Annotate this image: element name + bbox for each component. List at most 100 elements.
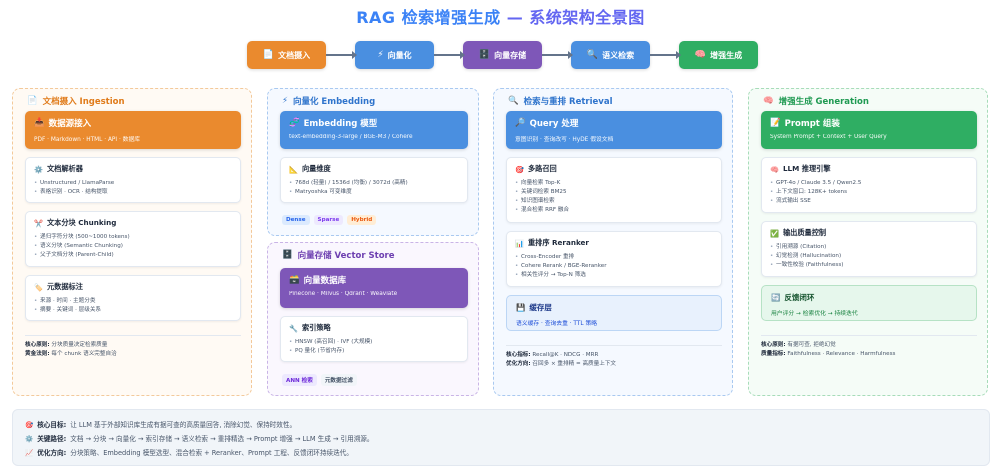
- list-item: 流式输出 SSE: [770, 197, 968, 206]
- inbox-icon: 📥: [34, 118, 45, 128]
- memo-icon: 📝: [770, 118, 781, 128]
- magnifier-icon: 🔎: [515, 118, 526, 128]
- list-item: 知识图谱检索: [515, 197, 713, 206]
- list-item: Cross-Encoder 重排: [515, 253, 713, 262]
- flow-step-label: 向量化: [387, 50, 412, 60]
- prompt-card[interactable]: 📝 Prompt 组装 System Prompt + Context + Use…: [761, 111, 977, 149]
- list-item: 表格识别 · OCR · 结构提取: [34, 188, 232, 197]
- divider: [25, 335, 241, 336]
- list-item: 引用溯源 (Citation): [770, 243, 968, 252]
- list-item: GPT-4o / Claude 3.5 / Qwen2.5: [770, 179, 968, 188]
- summary-path: ⚙️ 关键路径: 文档 → 分块 → 向量化 → 索引存储 → 语义检索 → 重…: [25, 432, 977, 446]
- tag-dense[interactable]: Dense: [282, 215, 310, 225]
- panel-note: 核心原则: 分块质量决定检索质量 黄金法则: 每个 chunk 语义完整自洽: [25, 342, 117, 357]
- cabinet-icon: 🗄️: [478, 50, 491, 60]
- list-item: 父子文档分块 (Parent-Child): [34, 251, 232, 260]
- lightning-icon: ⚡: [282, 96, 288, 106]
- flow-arrow: [650, 51, 681, 59]
- panel-embedding: ⚡ 向量化 Embedding 🧬 Embedding 模型 text-embed…: [267, 88, 479, 236]
- flow-arrow: [542, 51, 573, 59]
- panel-note: 核心原则: 有据可查, 拒绝幻觉 质量指标: Faithfulness · Re…: [761, 342, 896, 357]
- list-item: 摘要 · 关键词 · 层级关系: [34, 306, 232, 315]
- chunking-card[interactable]: ✂️文本分块 Chunking 递归字符分块 (500~1000 tokens)…: [25, 211, 241, 267]
- tag-metadata-filter[interactable]: 元数据过滤: [320, 374, 357, 386]
- tag-sparse[interactable]: Sparse: [313, 215, 344, 225]
- list-item: 上下文窗口: 128K+ tokens: [770, 188, 968, 197]
- flow-arrow: [326, 51, 357, 59]
- flow-step-embedding[interactable]: ⚡ 向量化: [355, 41, 434, 69]
- list-item: 向量检索 Top-K: [515, 179, 713, 188]
- metadata-card[interactable]: 🏷️元数据标注 来源 · 时间 · 主题分类 摘要 · 关键词 · 层级关系: [25, 275, 241, 321]
- checkmark-icon: ✅: [770, 228, 779, 238]
- scissors-icon: ✂️: [34, 218, 43, 228]
- list-item: 语义分块 (Semantic Chunking): [34, 242, 232, 251]
- flow-step-retrieval[interactable]: 🔍 语义检索: [571, 41, 650, 69]
- parser-card[interactable]: ⚙️文档解析器 Unstructured / LlamaParse 表格识别 ·…: [25, 157, 241, 203]
- list-item: 来源 · 时间 · 主题分类: [34, 297, 232, 306]
- llm-engine-card[interactable]: 🧠LLM 推理引擎 GPT-4o / Claude 3.5 / Qwen2.5 …: [761, 157, 977, 213]
- store-tags: ANN 检索 元数据过滤: [282, 374, 357, 386]
- embedding-model-card[interactable]: 🧬 Embedding 模型 text-embedding-3-large / B…: [280, 111, 468, 149]
- flow-step-label: 向量存储: [494, 50, 527, 60]
- dimension-card[interactable]: 📐向量维度 768d (轻量) / 1536d (均衡) / 3072d (高精…: [280, 157, 468, 203]
- brain-icon: 🧠: [763, 96, 774, 106]
- ruler-icon: 📐: [289, 164, 298, 174]
- panel-title: 🧠 增强生成 Generation: [763, 96, 869, 107]
- dna-icon: 🧬: [289, 118, 300, 128]
- summary-optimize: 📈 优化方向: 分块策略、Embedding 模型选型、混合检索 + Reran…: [25, 446, 977, 460]
- flow-step-generation[interactable]: 🧠 增强生成: [679, 41, 758, 69]
- datasource-card[interactable]: 📥 数据源接入 PDF · Markdown · HTML · API · 数据库: [25, 111, 241, 149]
- flow-step-ingestion[interactable]: 📄 文档摄入: [247, 41, 326, 69]
- tag-ann[interactable]: ANN 检索: [282, 374, 317, 386]
- tag-hybrid[interactable]: Hybrid: [347, 215, 377, 225]
- target-icon: 🎯: [515, 164, 524, 174]
- panel-vector-store: 🗄️ 向量存储 Vector Store 🗃️ 向量数据库 Pinecone · …: [267, 242, 479, 396]
- panel-note: 核心指标: Recall@K · NDCG · MRR 优化方向: 召回多 × …: [506, 352, 617, 367]
- panel-generation: 🧠 增强生成 Generation 📝 Prompt 组装 System Prom…: [748, 88, 988, 396]
- list-item: 关键词检索 BM25: [515, 188, 713, 197]
- flow-arrow: [434, 51, 465, 59]
- divider: [761, 335, 977, 336]
- list-item: Unstructured / LlamaParse: [34, 179, 232, 188]
- page-title: RAG 检索增强生成 — 系统架构全景图: [0, 4, 1001, 28]
- panel-title: ⚡ 向量化 Embedding: [282, 96, 376, 107]
- list-item: 768d (轻量) / 1536d (均衡) / 3072d (高精): [289, 179, 459, 188]
- multi-recall-card[interactable]: 🎯多路召回 向量检索 Top-K 关键词检索 BM25 知识图谱检索 混合检索 …: [506, 157, 722, 223]
- document-icon: 📄: [27, 96, 38, 106]
- bar-chart-icon: 📊: [515, 238, 524, 248]
- summary-goal: 🎯 核心目标: 让 LLM 基于外部知识库生成有据可查的高质量回答, 消除幻觉、…: [25, 418, 977, 432]
- pipeline-flow: 📄 文档摄入 ⚡ 向量化 🗄️ 向量存储 🔍 语义检索 🧠 增强生成: [247, 41, 758, 69]
- disk-icon: 💾: [516, 303, 526, 312]
- quality-control-card[interactable]: ✅输出质量控制 引用溯源 (Citation) 幻觉检测 (Hallucinat…: [761, 221, 977, 277]
- summary-box: 🎯 核心目标: 让 LLM 基于外部知识库生成有据可查的高质量回答, 消除幻觉、…: [12, 409, 990, 466]
- list-item: HNSW (高召回) · IVF (大规模): [289, 338, 459, 347]
- flow-step-label: 增强生成: [710, 50, 743, 60]
- search-icon: 🔍: [586, 50, 599, 60]
- document-icon: 📄: [262, 50, 275, 60]
- list-item: 一致性校验 (Faithfulness): [770, 261, 968, 270]
- search-icon: 🔍: [508, 96, 519, 106]
- panel-title: 📄 文档摄入 Ingestion: [27, 96, 125, 107]
- list-item: 相关性评分 → Top-N 筛选: [515, 271, 713, 280]
- database-icon: 🗃️: [289, 275, 300, 285]
- target-icon: 🎯: [25, 421, 34, 429]
- gear-icon: ⚙️: [34, 164, 43, 174]
- query-card[interactable]: 🔎 Query 处理 意图识别 · 查询改写 · HyDE 假设文档: [506, 111, 722, 149]
- reranker-card[interactable]: 📊重排序 Reranker Cross-Encoder 重排 Cohere Re…: [506, 231, 722, 287]
- flow-step-store[interactable]: 🗄️ 向量存储: [463, 41, 542, 69]
- index-strategy-card[interactable]: 🔧索引策略 HNSW (高召回) · IVF (大规模) PQ 量化 (节省内存…: [280, 316, 468, 362]
- panel-title: 🔍 检索与重排 Retrieval: [508, 96, 613, 107]
- embedding-tags: Dense Sparse Hybrid: [282, 215, 377, 225]
- panel-ingestion: 📄 文档摄入 Ingestion 📥 数据源接入 PDF · Markdown ·…: [12, 88, 252, 396]
- refresh-icon: 🔄: [771, 293, 781, 302]
- wrench-icon: 🔧: [289, 323, 298, 333]
- list-item: 混合检索 RRF 融合: [515, 206, 713, 215]
- panel-title: 🗄️ 向量存储 Vector Store: [282, 250, 395, 261]
- flow-step-label: 语义检索: [602, 50, 635, 60]
- vector-db-card[interactable]: 🗃️ 向量数据库 Pinecone · Milvus · Qdrant · Wea…: [280, 268, 468, 308]
- list-item: Matryoshka 可变维度: [289, 188, 459, 197]
- feedback-card[interactable]: 🔄 反馈闭环 用户评分 → 检索优化 → 持续迭代: [761, 285, 977, 321]
- cache-card[interactable]: 💾 缓存层 语义缓存 · 查询去重 · TTL 策略: [506, 295, 722, 331]
- list-item: 递归字符分块 (500~1000 tokens): [34, 233, 232, 242]
- flow-step-label: 文档摄入: [278, 50, 311, 60]
